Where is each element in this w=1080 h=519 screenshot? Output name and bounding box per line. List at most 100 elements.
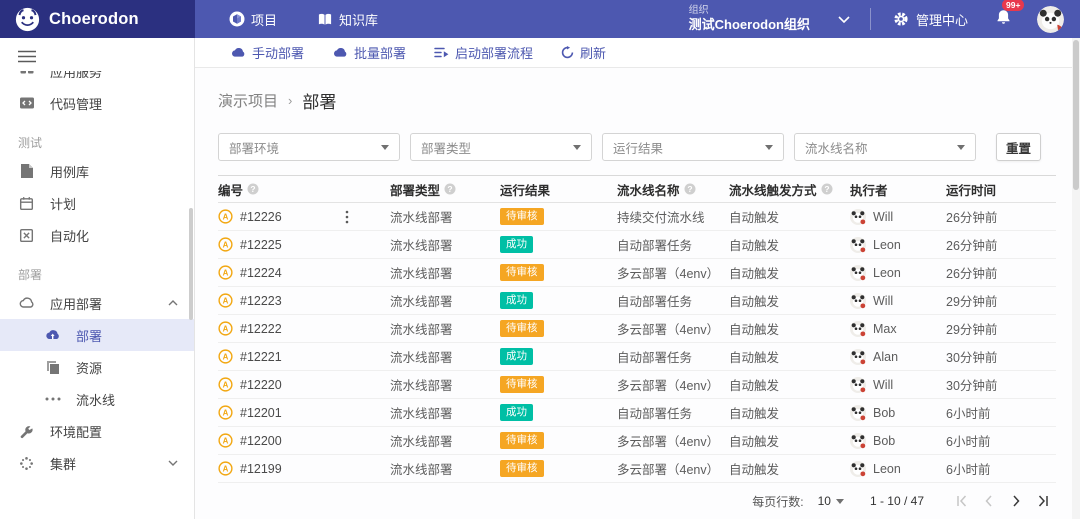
brand[interactable]: Choerodon xyxy=(0,0,195,38)
dots-icon xyxy=(45,397,61,401)
sidebar-item-automation[interactable]: 自动化 xyxy=(0,219,194,251)
help-icon[interactable]: ? xyxy=(247,183,259,195)
sidebar-item-deploy[interactable]: 部署 xyxy=(0,319,194,351)
a-badge-icon: A xyxy=(218,405,233,420)
sidebar-item-case-library[interactable]: 用例库 xyxy=(0,155,194,187)
breadcrumb-parent[interactable]: 演示项目 xyxy=(218,90,278,111)
column-header[interactable]: 执行者 xyxy=(850,176,946,203)
sidebar-scrollbar-thumb[interactable] xyxy=(189,208,193,320)
admin-center-button[interactable]: 管理中心 xyxy=(871,10,990,29)
batch-deploy-button[interactable]: 批量部署 xyxy=(332,43,406,62)
sidebar-item-resources[interactable]: 资源 xyxy=(0,351,194,383)
svg-text:?: ? xyxy=(687,184,692,194)
filter-pipeline-name[interactable]: 流水线名称 xyxy=(794,133,976,161)
deploy-id[interactable]: #12226 xyxy=(240,210,282,224)
a-badge-icon: A xyxy=(218,321,233,336)
org-selector[interactable]: 组织 测试Choerodon组织 xyxy=(679,5,870,34)
table-row: A#12201流水线部署成功自动部署任务自动触发Bob6小时前 xyxy=(218,399,1056,427)
nav-project[interactable]: 项目 xyxy=(229,10,277,29)
column-header[interactable]: 运行时间 xyxy=(946,176,1056,203)
row-menu-button[interactable] xyxy=(342,210,352,224)
rows-per-page-label: 每页行数: xyxy=(752,493,803,510)
avatar-mini-icon xyxy=(850,433,866,449)
pipeline-name: 持续交付流水线 xyxy=(617,211,705,225)
next-page-button[interactable] xyxy=(1002,491,1029,511)
avatar-mini-icon xyxy=(850,461,866,477)
table-row: A#12222流水线部署待审核多云部署（4env）自动触发Max29分钟前 xyxy=(218,315,1056,343)
filter-deploy-env[interactable]: 部署环境 xyxy=(218,133,400,161)
help-icon[interactable]: ? xyxy=(684,183,696,195)
reset-button[interactable]: 重置 xyxy=(996,133,1041,161)
executor-name: Will xyxy=(873,294,893,308)
sidebar-item-plan[interactable]: 计划 xyxy=(0,187,194,219)
column-header[interactable]: 运行结果 xyxy=(500,176,617,203)
status-badge: 成功 xyxy=(500,404,533,421)
filter-run-result[interactable]: 运行结果 xyxy=(602,133,784,161)
deploy-id[interactable]: #12223 xyxy=(240,294,282,308)
status-badge: 待审核 xyxy=(500,264,544,281)
trigger-type: 自动触发 xyxy=(729,211,779,225)
pagination-range: 1 - 10 / 47 xyxy=(870,494,924,508)
sidebar-item-cluster[interactable]: 集群 xyxy=(0,447,194,479)
start-pipeline-button-label: 启动部署流程 xyxy=(455,43,533,62)
page-scrollbar-thumb[interactable] xyxy=(1073,40,1079,190)
refresh-button[interactable]: 刷新 xyxy=(561,43,606,62)
column-header[interactable]: 编号? xyxy=(218,176,390,203)
executor-name: Will xyxy=(873,210,893,224)
page-scrollbar[interactable] xyxy=(1072,38,1080,519)
prev-page-button[interactable] xyxy=(975,491,1002,511)
deploy-id[interactable]: #12221 xyxy=(240,350,282,364)
table-row: A#12223流水线部署成功自动部署任务自动触发Will29分钟前 xyxy=(218,287,1056,315)
page: 演示项目 › 部署 部署环境部署类型运行结果流水线名称重置 编号?部署类型?运行… xyxy=(195,68,1080,519)
status-badge: 待审核 xyxy=(500,208,544,225)
deploy-type: 流水线部署 xyxy=(390,211,453,225)
run-time: 30分钟前 xyxy=(946,379,997,393)
pipeline-name: 自动部署任务 xyxy=(617,295,692,309)
column-header[interactable]: 部署类型? xyxy=(390,176,500,203)
sidebar-item-env-config[interactable]: 环境配置 xyxy=(0,415,194,447)
breadcrumb-separator-icon: › xyxy=(288,93,292,108)
breadcrumb: 演示项目 › 部署 xyxy=(218,88,1056,113)
sidebar-item-code-management[interactable]: 代码管理 xyxy=(0,87,194,119)
help-icon[interactable]: ? xyxy=(821,183,833,195)
first-page-button[interactable] xyxy=(948,491,975,511)
wrench-icon xyxy=(19,424,34,439)
sidebar-item-app-deploy[interactable]: 应用部署 xyxy=(0,287,194,319)
sidebar-item-app-service[interactable]: 应用服务 xyxy=(0,71,194,87)
deploy-id[interactable]: #12200 xyxy=(240,434,282,448)
sidebar-item-env-config-label: 环境配置 xyxy=(50,422,102,441)
last-page-button[interactable] xyxy=(1029,491,1056,511)
svg-text:A: A xyxy=(223,324,229,333)
start-pipeline-button[interactable]: 启动部署流程 xyxy=(434,43,533,62)
deploy-type: 流水线部署 xyxy=(390,463,453,477)
user-avatar[interactable] xyxy=(1037,6,1064,33)
svg-text:?: ? xyxy=(250,184,255,194)
deploy-id[interactable]: #12222 xyxy=(240,322,282,336)
status-badge: 待审核 xyxy=(500,376,544,393)
refresh-icon xyxy=(561,46,574,59)
deploy-id[interactable]: #12220 xyxy=(240,378,282,392)
notifications-button[interactable]: 99+ xyxy=(990,9,1017,30)
cluster-icon xyxy=(19,456,34,471)
svg-text:A: A xyxy=(223,436,229,445)
manual-deploy-button[interactable]: 手动部署 xyxy=(230,43,304,62)
column-header[interactable]: 流水线名称? xyxy=(617,176,729,203)
menu-toggle-button[interactable] xyxy=(0,46,36,71)
brand-name: Choerodon xyxy=(49,10,139,29)
filter-deploy-type[interactable]: 部署类型 xyxy=(410,133,592,161)
column-header[interactable]: 流水线触发方式? xyxy=(729,176,850,203)
rows-per-page-select[interactable]: 10 xyxy=(818,494,844,508)
deploy-id[interactable]: #12224 xyxy=(240,266,282,280)
chevron-down-icon xyxy=(838,16,850,23)
svg-text:A: A xyxy=(223,240,229,249)
manual-deploy-button-label: 手动部署 xyxy=(252,43,304,62)
deploy-id[interactable]: #12199 xyxy=(240,462,282,476)
sidebar-item-pipeline[interactable]: 流水线 xyxy=(0,383,194,415)
main-content: 手动部署批量部署启动部署流程刷新 演示项目 › 部署 部署环境部署类型运行结果流… xyxy=(195,38,1080,519)
help-icon[interactable]: ? xyxy=(444,183,456,195)
deploy-id[interactable]: #12225 xyxy=(240,238,282,252)
nav-knowledge-base[interactable]: 知识库 xyxy=(317,10,378,29)
avatar-mini-icon xyxy=(850,237,866,253)
deploy-id[interactable]: #12201 xyxy=(240,406,282,420)
deployments-table: 编号?部署类型?运行结果流水线名称?流水线触发方式?执行者运行时间 A#1222… xyxy=(218,175,1056,483)
